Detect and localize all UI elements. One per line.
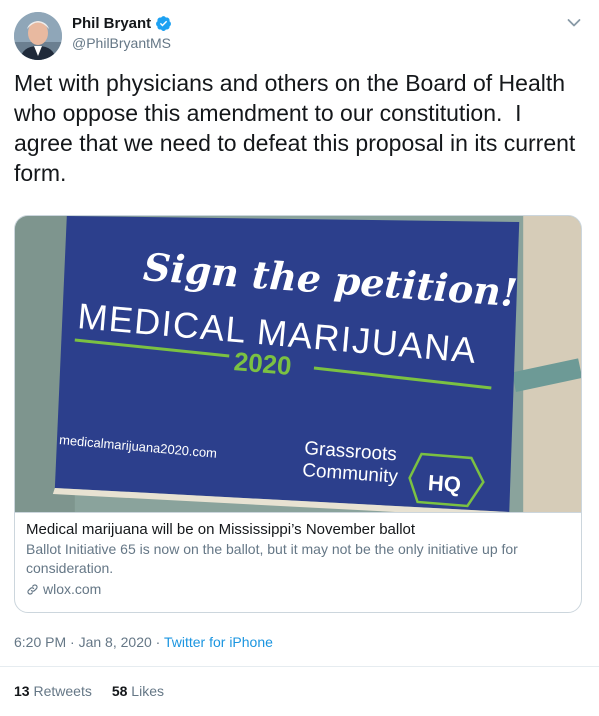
author-name-row: Phil Bryant (72, 15, 172, 32)
card-image: Sign the petition! MEDICAL MARIJUANA 202… (15, 216, 581, 512)
tweet-meta: 6:20 PM · Jan 8, 2020 · Twitter for iPho… (14, 634, 273, 650)
card-description: Ballot Initiative 65 is now on the ballo… (26, 541, 518, 576)
author-block: Phil Bryant @PhilBryantMS (72, 15, 172, 51)
retweets-count: 13 (14, 683, 30, 699)
link-card[interactable]: Sign the petition! MEDICAL MARIJUANA 202… (14, 215, 582, 613)
tweet-date[interactable]: Jan 8, 2020 (79, 634, 152, 650)
card-title[interactable]: Medical marijuana will be on Mississippi… (26, 520, 569, 539)
card-link-row[interactable]: wlox.com (26, 581, 569, 597)
author-name[interactable]: Phil Bryant (72, 15, 151, 32)
engagement-stats: 13 Retweets 58 Likes (14, 683, 164, 699)
tweet-text: Met with physicians and others on the Bo… (14, 70, 582, 186)
divider (0, 666, 599, 667)
likes-label: Likes (131, 683, 164, 699)
sign-year: 2020 (233, 348, 293, 381)
retweets-label: Retweets (33, 683, 92, 699)
avatar-image (14, 12, 62, 60)
author-handle[interactable]: @PhilBryantMS (72, 35, 172, 51)
tweet-time[interactable]: 6:20 PM (14, 634, 66, 650)
avatar[interactable] (14, 12, 62, 60)
card-body: Medical marijuana will be on Mississippi… (15, 512, 581, 597)
link-icon (27, 583, 38, 595)
chevron-down-icon[interactable] (567, 18, 581, 28)
meta-separator-2: · (155, 634, 161, 650)
retweets-stat[interactable]: 13 Retweets (14, 683, 92, 699)
card-domain: wlox.com (43, 581, 102, 597)
likes-stat[interactable]: 58 Likes (112, 683, 164, 699)
verified-badge-icon (156, 16, 172, 31)
tweet-source[interactable]: Twitter for iPhone (164, 634, 273, 650)
meta-separator: · (70, 634, 75, 650)
sign-org-badge: HQ (427, 470, 462, 497)
tweet: Phil Bryant @PhilBryantMS Met with physi… (0, 0, 599, 716)
likes-count: 58 (111, 683, 128, 699)
